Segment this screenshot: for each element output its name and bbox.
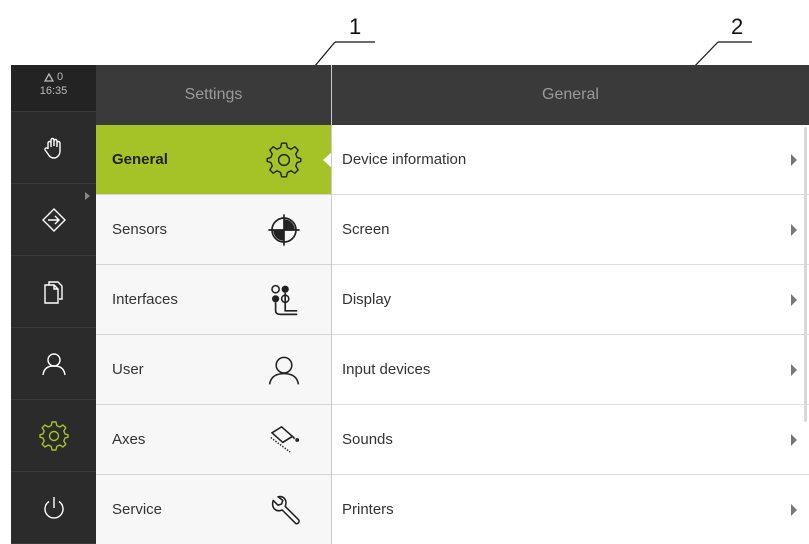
general-item-label: Display [342,291,392,308]
settings-item-sensors[interactable]: Sensors [96,195,331,265]
interfaces-icon [264,280,304,320]
chevron-right-icon [791,503,797,516]
general-item-printers[interactable]: Printers [332,475,809,544]
settings-item-label: Axes [112,431,146,448]
general-item-display[interactable]: Display [332,265,809,335]
settings-item-label: General [112,151,168,168]
file-management-button[interactable] [11,256,96,328]
settings-item-label: Interfaces [112,291,178,308]
general-item-label: Sounds [342,431,393,448]
settings-panel: Settings General Sensors Interfaces User… [96,65,332,544]
warning-count: 0 [56,71,64,83]
scrollbar[interactable] [804,127,807,422]
callout-2: 2 [731,14,744,39]
general-item-label: Input devices [342,361,431,378]
hand-icon [43,137,61,159]
wrench-icon [264,490,304,530]
gear-icon [38,420,69,451]
chevron-right-icon [791,433,797,446]
general-panel: General Device information Screen Displa… [331,65,809,544]
expand-arrow-icon [85,192,90,200]
general-item-label: Device information [342,151,467,168]
warning-triangle-icon [43,72,54,82]
manual-operation-button[interactable] [11,112,96,184]
settings-item-service[interactable]: Service [96,475,331,544]
shutdown-button[interactable] [11,472,96,544]
callout-1: 1 [349,14,362,39]
general-header: General [332,65,809,125]
settings-item-user[interactable]: User [96,335,331,405]
user-icon [41,352,66,375]
chevron-right-icon [791,293,797,306]
settings-header: Settings [96,65,331,125]
gear-icon [264,140,304,180]
documents-icon [43,280,63,304]
chevron-right-icon [791,153,797,166]
inspector-button[interactable] [11,184,96,256]
power-icon [43,496,64,519]
status-bar: 0 16:35 [11,65,96,112]
chevron-right-icon [791,363,797,376]
settings-item-interfaces[interactable]: Interfaces [96,265,331,335]
crosshair-icon [264,210,304,250]
user-login-button[interactable] [11,328,96,400]
main-menu: 0 16:35 [11,65,96,544]
general-item-label: Printers [342,501,394,518]
general-item-label: Screen [342,221,390,238]
settings-item-general[interactable]: General [96,125,332,195]
settings-button[interactable] [11,400,96,472]
settings-item-label: Service [112,501,163,518]
general-item-screen[interactable]: Screen [332,195,809,265]
general-item-device-information[interactable]: Device information [332,125,809,195]
user-icon [264,350,304,390]
axes-icon [264,420,304,460]
settings-item-label: Sensors [112,221,168,238]
sign-in-icon [41,207,66,232]
general-item-input-devices[interactable]: Input devices [332,335,809,405]
clock: 16:35 [39,85,68,97]
settings-item-label: User [112,361,144,378]
general-item-sounds[interactable]: Sounds [332,405,809,475]
settings-item-axes[interactable]: Axes [96,405,331,475]
chevron-right-icon [791,223,797,236]
